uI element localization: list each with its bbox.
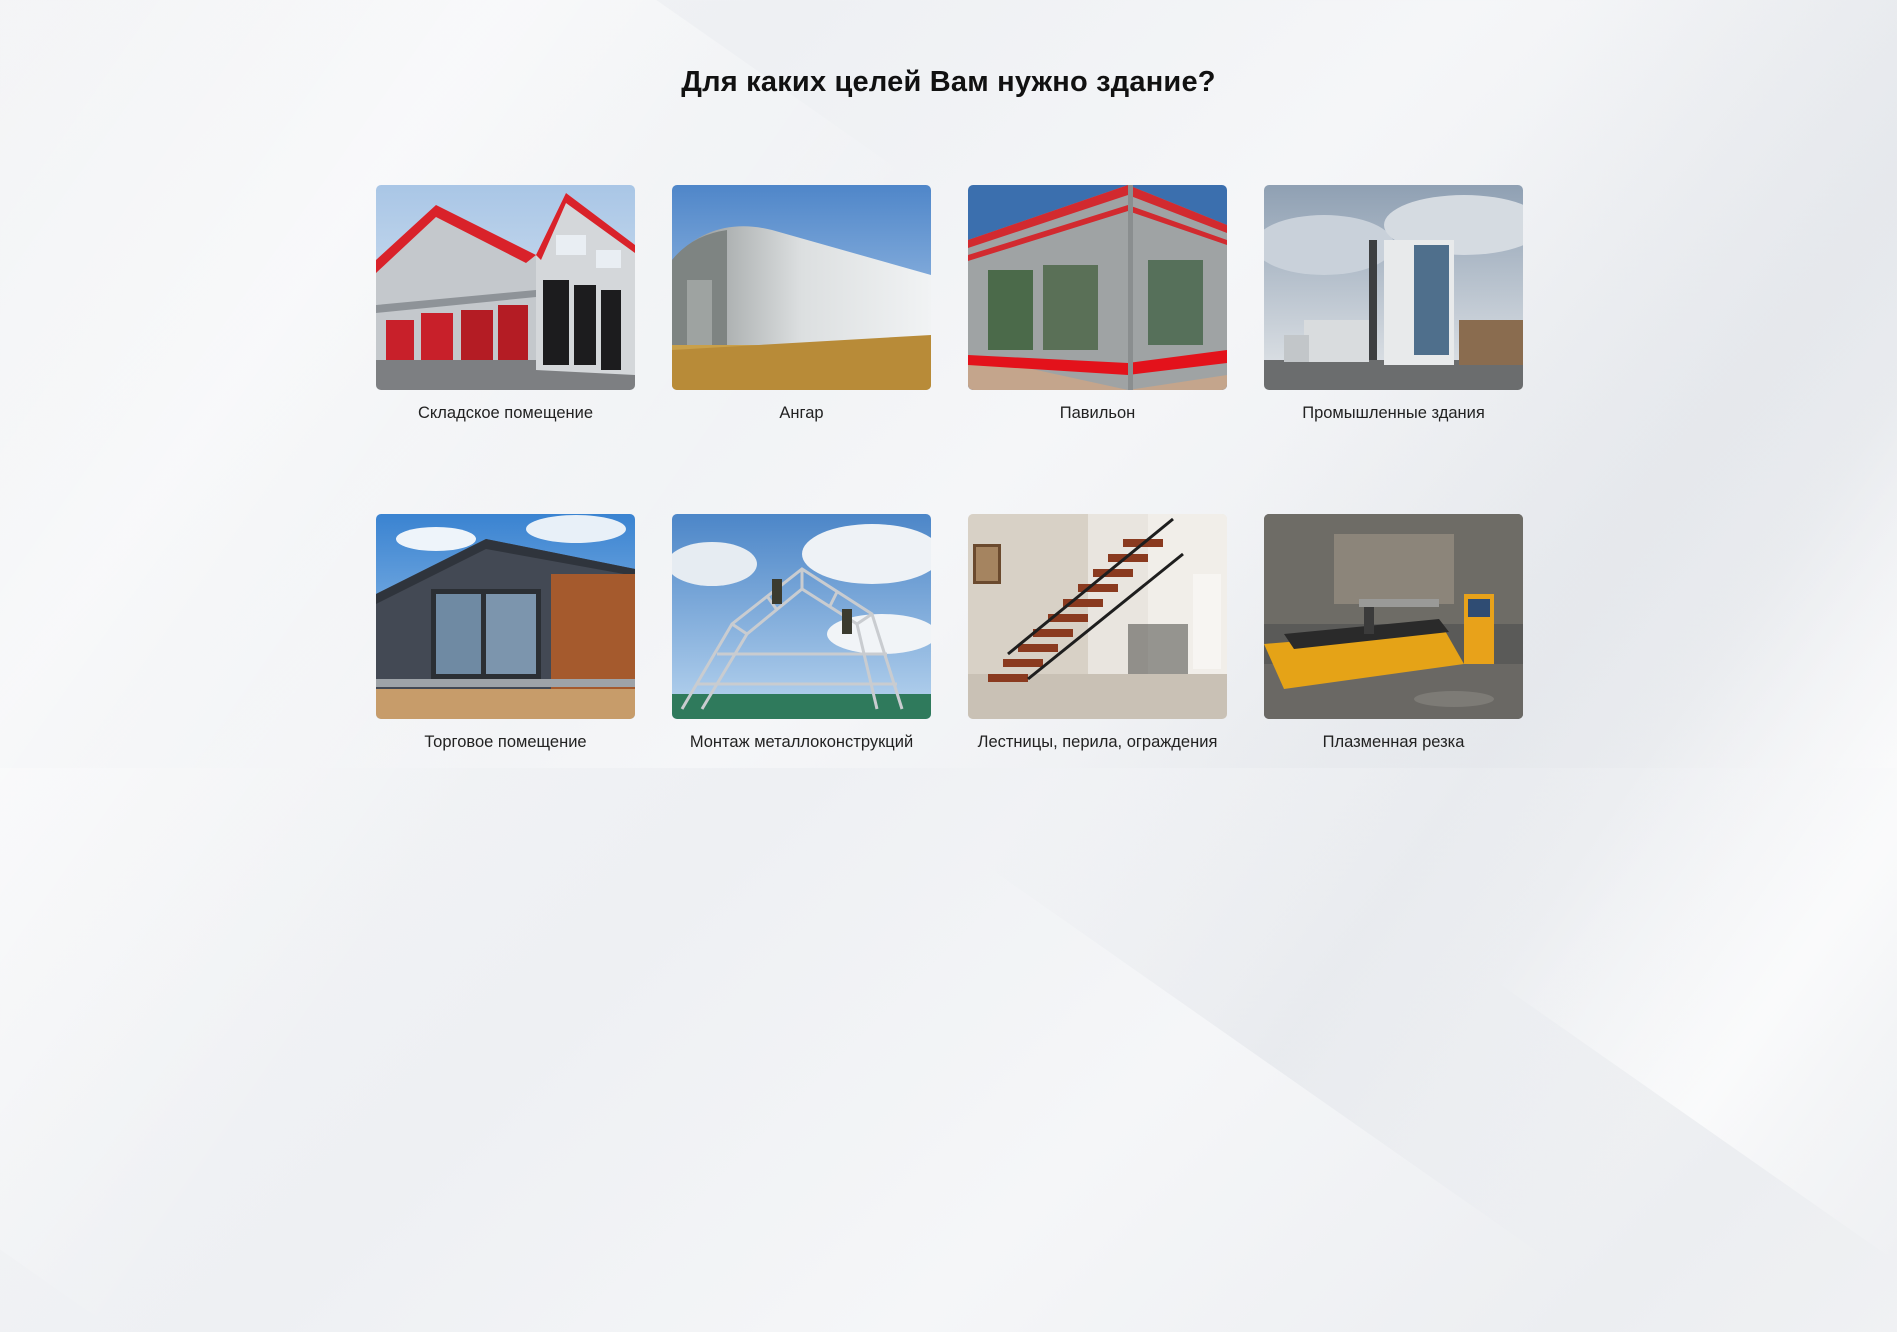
- card-label: Плазменная резка: [1322, 733, 1465, 751]
- hangar-photo: [672, 185, 931, 390]
- background-stripe: [1487, 237, 1897, 1263]
- card-label: Павильон: [1059, 404, 1136, 422]
- card-warehouse[interactable]: Складское помещение: [376, 185, 635, 423]
- card-label: Ангар: [779, 404, 824, 422]
- steel-assembly-photo: [672, 514, 931, 719]
- card-plasma[interactable]: Плазменная резка: [1264, 514, 1523, 752]
- card-steel-assembly[interactable]: Монтаж металлоконструкций: [672, 514, 931, 752]
- card-label: Монтаж металлоконструкций: [689, 733, 914, 751]
- card-pavilion[interactable]: Павильон: [968, 185, 1227, 423]
- industrial-building-photo: [1264, 185, 1523, 390]
- card-industrial[interactable]: Промышленные здания: [1264, 185, 1523, 423]
- card-retail[interactable]: Торговое помещение: [376, 514, 635, 752]
- card-label: Промышленные здания: [1302, 404, 1485, 422]
- pavilion-photo: [968, 185, 1227, 390]
- section-title: Для каких целей Вам нужно здание?: [681, 66, 1216, 98]
- card-stairs[interactable]: Лестницы, перила, ограждения: [968, 514, 1227, 752]
- retail-space-photo: [376, 514, 635, 719]
- card-label: Складское помещение: [417, 404, 594, 422]
- stairs-railings-photo: [968, 514, 1227, 719]
- card-hangar[interactable]: Ангар: [672, 185, 931, 423]
- card-label: Лестницы, перила, ограждения: [977, 733, 1218, 751]
- warehouse-photo: [376, 185, 635, 390]
- plasma-cutting-photo: [1264, 514, 1523, 719]
- card-label: Торговое помещение: [424, 733, 587, 751]
